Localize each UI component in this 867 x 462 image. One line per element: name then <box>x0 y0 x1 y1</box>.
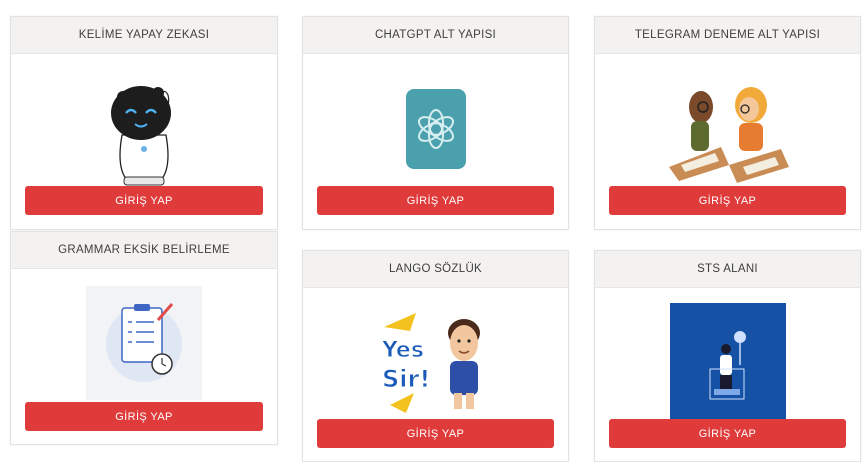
card-title: KELİME YAPAY ZEKASI <box>11 17 277 54</box>
card-title: CHATGPT ALT YAPISI <box>303 17 568 54</box>
login-button[interactable]: GİRİŞ YAP <box>25 402 263 431</box>
openai-logo-icon <box>405 89 466 169</box>
card-sts-alani: STS ALANI GİRİŞ YAP <box>594 250 861 462</box>
login-button[interactable]: GİRİŞ YAP <box>25 186 263 215</box>
robot-mascot-icon <box>111 86 171 186</box>
presenter-illustration-icon <box>669 303 786 421</box>
login-button[interactable]: GİRİŞ YAP <box>609 419 846 448</box>
card-title: LANGO SÖZLÜK <box>303 251 568 288</box>
sticker-text-sir: Sir! <box>382 365 430 393</box>
login-button[interactable]: GİRİŞ YAP <box>317 419 554 448</box>
card-lango-sozluk: LANGO SÖZLÜK Yes Sir! GİRİŞ YAP <box>302 250 569 462</box>
login-button[interactable]: GİRİŞ YAP <box>609 186 846 215</box>
card-image <box>303 89 568 169</box>
card-title: GRAMMAR EKSİK BELİRLEME <box>11 232 277 269</box>
card-image: Yes Sir! <box>303 305 568 417</box>
clipboard-checklist-icon <box>86 286 202 400</box>
students-illustration-icon <box>668 87 789 183</box>
card-title: TELEGRAM DENEME ALT YAPISI <box>595 17 860 54</box>
card-image <box>11 69 277 193</box>
card-telegram-deneme: TELEGRAM DENEME ALT YAPISI GİRİŞ YAP <box>594 16 861 230</box>
login-button[interactable]: GİRİŞ YAP <box>317 186 554 215</box>
card-grammar-eksik-belirleme: GRAMMAR EKSİK BELİRLEME GİRİŞ YAP <box>10 231 278 445</box>
card-image <box>11 286 277 400</box>
sticker-text-yes: Yes <box>381 338 424 363</box>
card-kelime-yapay-zekasi: KELİME YAPAY ZEKASI GİRİŞ YAP <box>10 16 278 230</box>
card-chatgpt-alt-yapisi: CHATGPT ALT YAPISI GİRİŞ YAP <box>302 16 569 230</box>
card-image <box>595 75 860 183</box>
card-title: STS ALANI <box>595 251 860 288</box>
card-image <box>595 303 860 421</box>
yes-sir-boy-sticker-icon: Yes Sir! <box>380 313 480 413</box>
